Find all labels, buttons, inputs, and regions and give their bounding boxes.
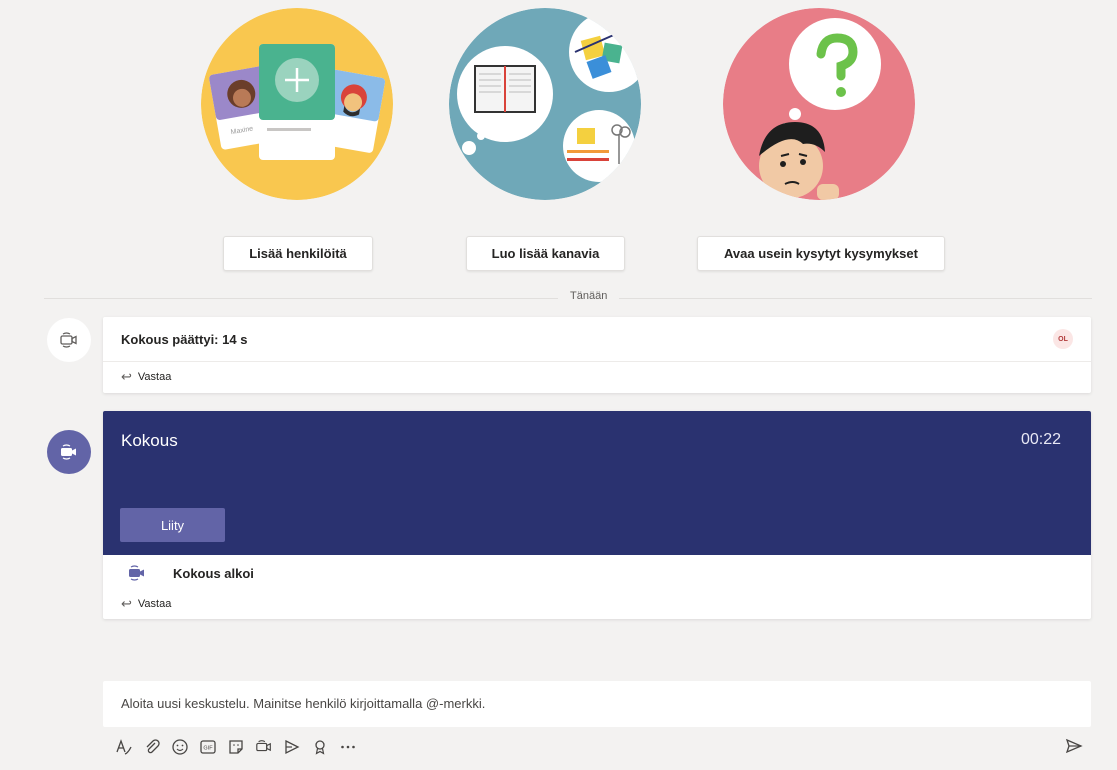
emoji-icon[interactable]	[169, 736, 191, 758]
add-people-button[interactable]: Lisää henkilöitä	[223, 236, 373, 271]
faq-illustration	[723, 8, 915, 200]
meeting-duration: 00:22	[1020, 431, 1061, 448]
reply-arrow-icon: ↩	[121, 596, 132, 611]
reply-label: Vastaa	[137, 371, 172, 383]
day-divider-label: Tänään	[558, 290, 620, 302]
praise-icon[interactable]	[309, 736, 331, 758]
gif-label: GIF	[203, 746, 213, 752]
compose-toolbar: GIF	[113, 735, 359, 759]
reply-label: Vastaa	[137, 598, 172, 610]
reply-link[interactable]: ↩ Vastaa	[103, 362, 1091, 392]
send-icon[interactable]	[1062, 735, 1086, 757]
reply-link[interactable]: ↩ Vastaa	[103, 591, 1091, 617]
meeting-ended-title: Kokous päättyi: 14 s	[121, 331, 248, 347]
add-people-illustration: Maxine	[201, 8, 393, 200]
create-channels-button[interactable]: Luo lisää kanavia	[466, 236, 625, 271]
meet-icon	[129, 565, 144, 581]
meeting-ended-card: Kokous päättyi: 14 s OL ↩ Vastaa	[103, 317, 1091, 393]
meet-icon	[61, 444, 76, 460]
meet-icon	[60, 332, 77, 348]
more-options-icon[interactable]	[337, 736, 359, 758]
meeting-banner: Kokous 00:22 Liity	[103, 411, 1091, 555]
meeting-ended-avatar	[47, 318, 91, 362]
channels-illustration	[449, 8, 641, 200]
attach-icon[interactable]	[141, 736, 163, 758]
participant-avatar[interactable]: OL	[1053, 329, 1073, 349]
compose-box[interactable]: Aloita uusi keskustelu. Mainitse henkilö…	[103, 681, 1091, 727]
meeting-avatar	[47, 430, 91, 474]
meeting-card: Kokous 00:22 Liity Kokous alkoi ↩ Vastaa	[103, 411, 1091, 619]
meeting-title: Kokous	[121, 431, 178, 450]
join-button[interactable]: Liity	[120, 508, 225, 542]
meet-now-icon[interactable]	[253, 736, 275, 758]
meeting-started-label: Kokous alkoi	[173, 565, 254, 581]
open-faq-button[interactable]: Avaa usein kysytyt kysymykset	[697, 236, 945, 271]
format-icon[interactable]	[113, 736, 135, 758]
reply-arrow-icon: ↩	[121, 369, 132, 384]
sticker-icon[interactable]	[225, 736, 247, 758]
meeting-started-row: Kokous alkoi	[103, 555, 1091, 591]
gif-icon[interactable]: GIF	[197, 736, 219, 758]
stream-icon[interactable]	[281, 736, 303, 758]
